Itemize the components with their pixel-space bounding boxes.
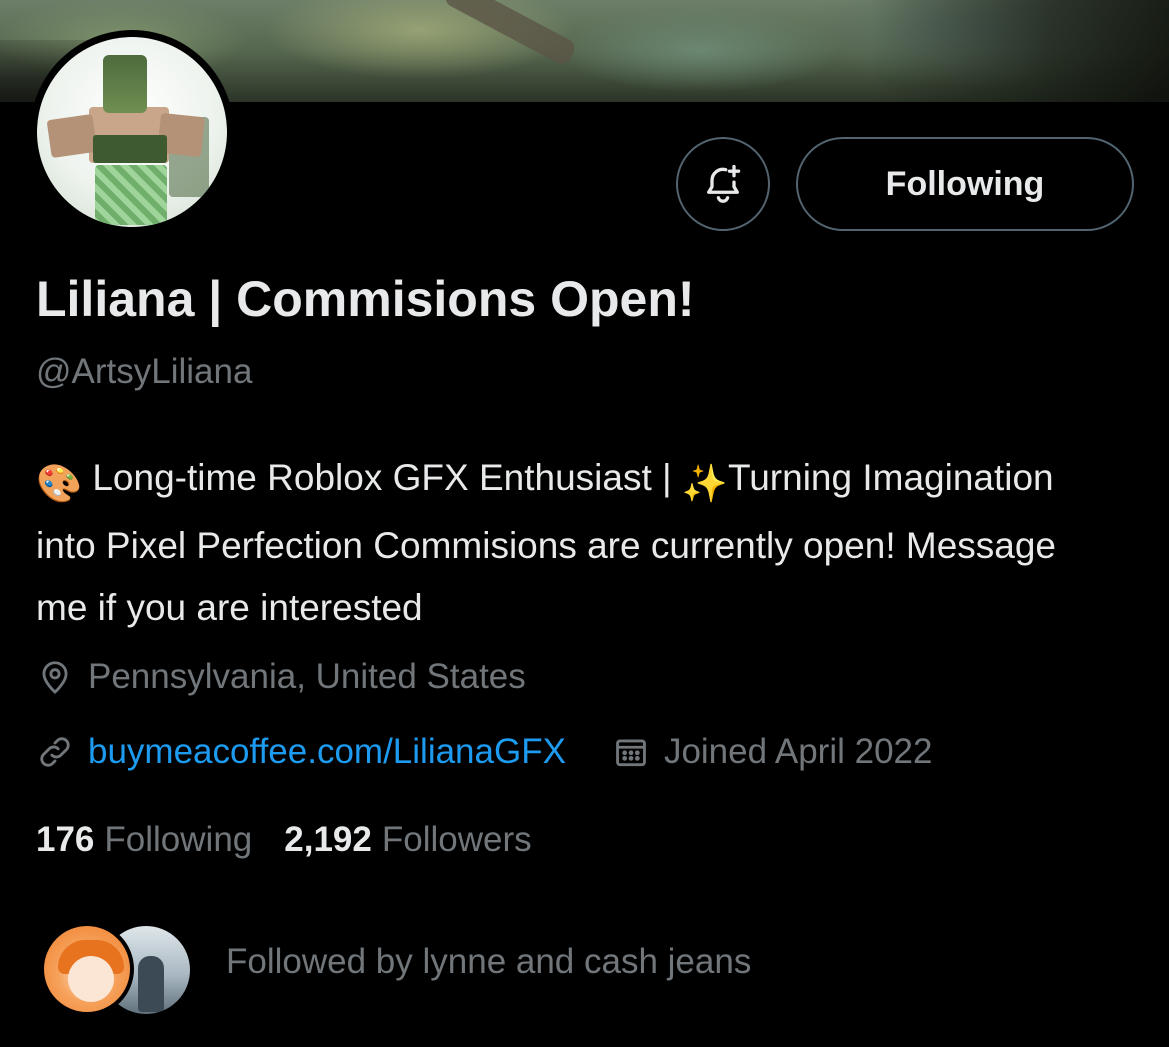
location-text: Pennsylvania, United States bbox=[88, 657, 526, 696]
followers-count: 2,192 bbox=[284, 820, 372, 859]
location-row: Pennsylvania, United States bbox=[36, 657, 526, 697]
website-link[interactable]: buymeacoffee.com/LilianaGFX bbox=[88, 732, 566, 772]
link-icon bbox=[40, 737, 70, 767]
location-pin-icon bbox=[42, 661, 68, 694]
link-row: buymeacoffee.com/LilianaGFX Joined April… bbox=[36, 732, 932, 772]
palette-emoji: 🎨 bbox=[36, 463, 83, 504]
followers-count-link[interactable]: 2,192 Followers bbox=[284, 820, 531, 860]
joined-date: Joined April 2022 bbox=[612, 732, 933, 772]
followed-by-text: Followed by lynne and cash jeans bbox=[226, 942, 752, 981]
joined-text: Joined April 2022 bbox=[663, 732, 933, 771]
sparkles-emoji: ✨ bbox=[681, 463, 728, 504]
avatar-image bbox=[37, 37, 227, 227]
calendar-icon bbox=[616, 739, 646, 767]
following-label: Following bbox=[104, 820, 253, 859]
followed-by-row[interactable]: Followed by lynne and cash jeans bbox=[40, 922, 940, 1018]
following-button[interactable]: Following bbox=[796, 137, 1134, 231]
bell-plus-icon bbox=[707, 164, 741, 203]
profile-bio: 🎨 Long-time Roblox GFX Enthusiast | ✨Tur… bbox=[36, 447, 1116, 639]
follow-stats: 176 Following 2,192 Followers bbox=[36, 820, 564, 860]
user-handle: @ArtsyLiliana bbox=[36, 352, 253, 391]
bio-text-1: Long-time Roblox GFX Enthusiast | bbox=[82, 457, 682, 498]
banner-foliage-shadow bbox=[869, 0, 1169, 102]
following-count: 176 bbox=[36, 820, 95, 859]
notifications-button[interactable] bbox=[676, 137, 770, 231]
profile-avatar[interactable] bbox=[30, 30, 234, 234]
following-count-link[interactable]: 176 Following bbox=[36, 820, 252, 860]
followers-label: Followers bbox=[381, 820, 532, 859]
follower-avatar-lynne bbox=[40, 922, 134, 1016]
banner-tree-trunk bbox=[442, 0, 578, 68]
display-name: Liliana | Commisions Open! bbox=[36, 271, 695, 327]
